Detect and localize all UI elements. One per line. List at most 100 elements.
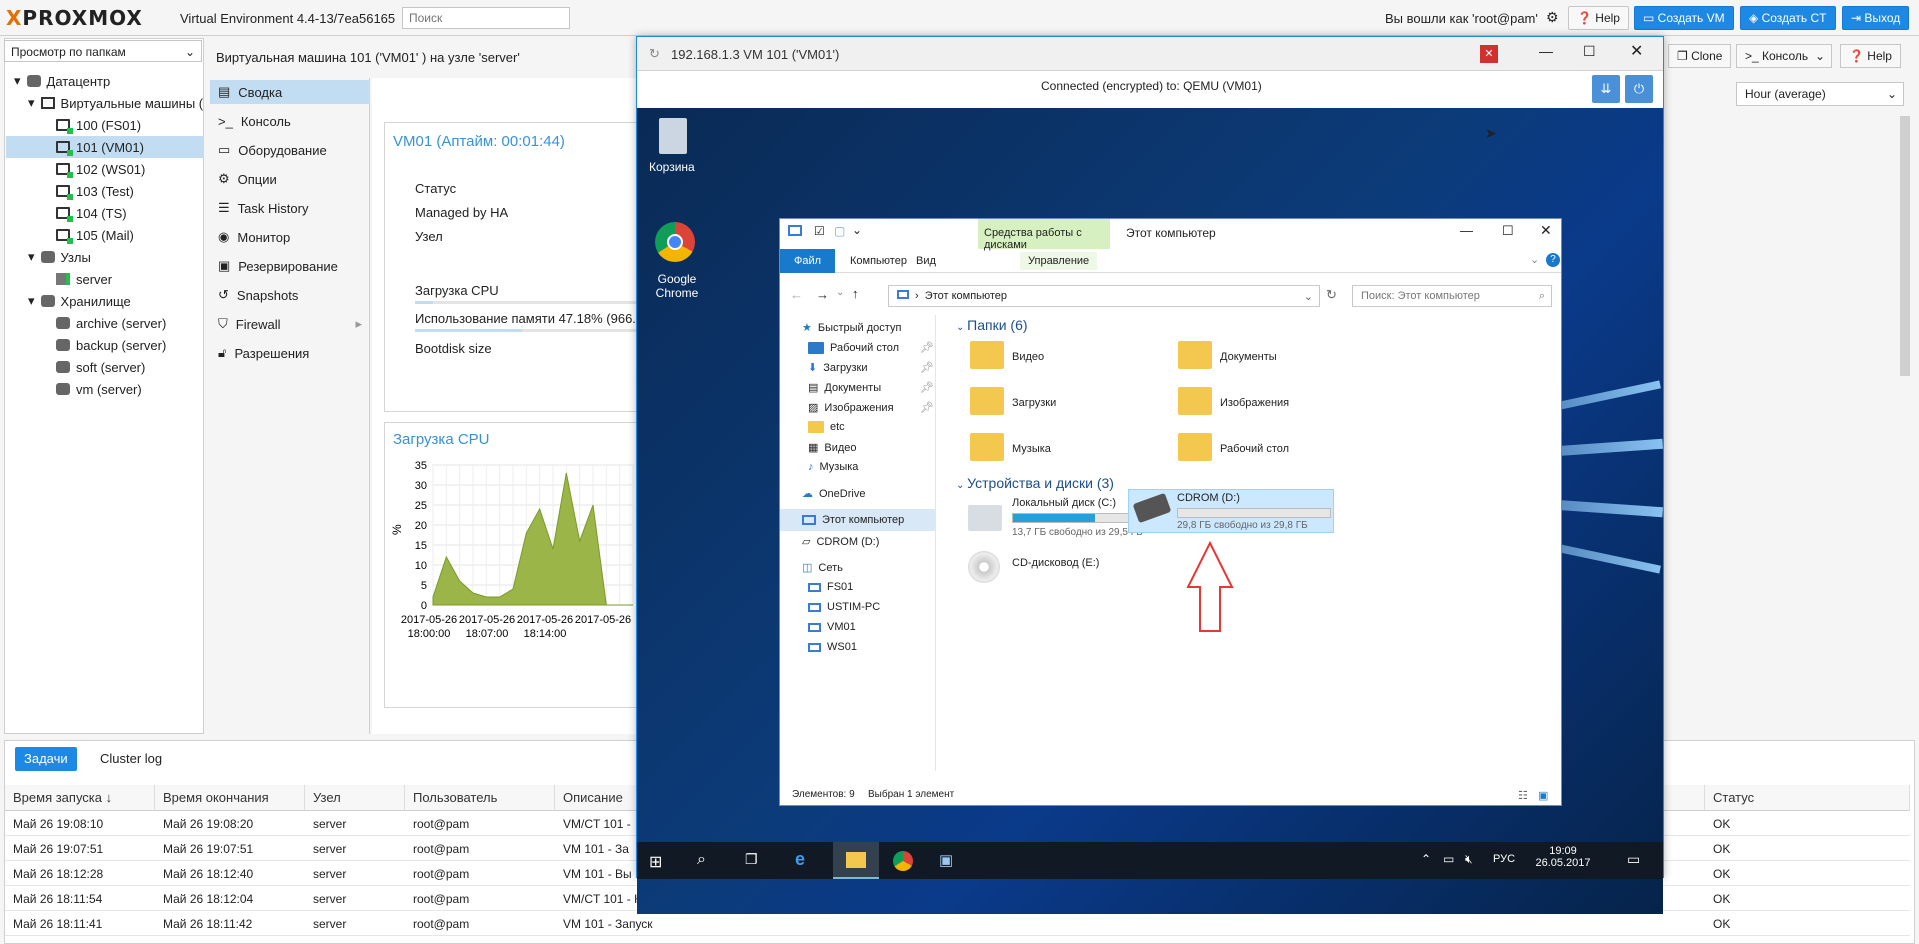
folder-desktop[interactable]: Рабочий стол: [1220, 443, 1289, 455]
drive-d[interactable]: CDROM (D:) 29,8 ГБ свободно из 29,8 ГБ: [1128, 489, 1334, 533]
folder-documents[interactable]: Документы: [1220, 351, 1277, 363]
logout-button[interactable]: ⇥ Выход: [1842, 6, 1910, 30]
videos-folder-icon[interactable]: [970, 341, 1004, 369]
nav-downloads[interactable]: ⬇ Загрузки 📌︎: [808, 361, 934, 375]
search-input[interactable]: [402, 7, 570, 29]
nav-quick-access[interactable]: ★ Быстрый доступ: [802, 321, 901, 335]
nav-monitor[interactable]: ◉ Монитор: [210, 225, 370, 249]
close-icon[interactable]: ✕: [1540, 222, 1552, 239]
col-start[interactable]: Время запуска ↓: [5, 785, 155, 811]
table-row[interactable]: Май 26 18:11:41 Май 26 18:11:42 server root…: [5, 911, 1910, 936]
tab-manage[interactable]: Управление: [1020, 252, 1098, 270]
close-icon[interactable]: ✕: [1630, 41, 1643, 61]
clone-button[interactable]: ❐ Clone: [1668, 44, 1732, 68]
create-ct-button[interactable]: ◈ Создать CT: [1740, 6, 1836, 30]
music-folder-icon[interactable]: [970, 433, 1004, 461]
explorer-search[interactable]: Поиск: Этот компьютер ⌕: [1352, 285, 1552, 307]
chrome-icon[interactable]: [655, 222, 695, 262]
devices-section-title[interactable]: ⌄ Устройства и диски (3): [956, 475, 1114, 491]
tab-tasks[interactable]: Задачи: [15, 747, 77, 771]
nav-vm01[interactable]: VM01: [808, 621, 856, 633]
nav-documents[interactable]: ▤ Документы 📌︎: [808, 381, 934, 395]
drive-e[interactable]: CD-дисковод (E:): [966, 549, 1166, 589]
nav-music[interactable]: ♪ Музыка: [808, 461, 858, 473]
nav-backup[interactable]: ▣ Резервирование: [210, 254, 370, 278]
chevron-down-icon[interactable]: ⌄: [1530, 253, 1539, 266]
tree-item-vm-101[interactable]: 101 (VM01): [6, 136, 204, 158]
up-arrow-icon[interactable]: ↑: [852, 286, 859, 301]
nav-network[interactable]: ◫ Сеть: [802, 561, 843, 575]
view-select[interactable]: Просмотр по папкам ⌄: [4, 40, 202, 62]
customize-icon[interactable]: ⌄: [852, 223, 862, 237]
volume-muted-icon[interactable]: 🔇︎: [1465, 852, 1473, 867]
nav-this-pc[interactable]: Этот компьютер: [780, 509, 935, 531]
tree-item-vms[interactable]: ▾ Виртуальные машины (: [6, 92, 204, 114]
chrome-taskbar-icon[interactable]: [893, 851, 913, 871]
explorer-taskbar-icon[interactable]: [833, 842, 879, 879]
folders-section-title[interactable]: ⌄ Папки (6): [956, 317, 1028, 333]
documents-folder-icon[interactable]: [1178, 341, 1212, 369]
nav-ws01[interactable]: WS01: [808, 641, 857, 653]
network-tray-icon[interactable]: ▭: [1443, 852, 1454, 866]
tree-item-vm-104[interactable]: 104 (TS): [6, 202, 204, 224]
tree-item-datacenter[interactable]: ▾ Датацентр: [6, 70, 204, 92]
nav-options[interactable]: ⚙ Опции: [210, 167, 370, 191]
nav-fs01[interactable]: FS01: [808, 581, 853, 593]
nav-cdrom[interactable]: ▱ CDROM (D:): [802, 535, 879, 549]
tree-item-vm-103[interactable]: 103 (Test): [6, 180, 204, 202]
nav-desktop[interactable]: Рабочий стол 📌︎: [808, 341, 934, 354]
recycle-bin-icon[interactable]: [659, 118, 687, 154]
new-folder-icon[interactable]: ▢: [834, 224, 845, 238]
tree-item-storage-backup[interactable]: backup (server): [6, 334, 204, 356]
details-view-icon[interactable]: ☷: [1518, 789, 1528, 802]
forward-arrow-icon[interactable]: →: [816, 287, 829, 302]
nav-pictures[interactable]: ▨ Изображения 📌︎: [808, 401, 934, 415]
nav-etc[interactable]: etc: [808, 421, 845, 433]
tree-item-vm-100[interactable]: 100 (FS01): [6, 114, 204, 136]
tree-item-vm-102[interactable]: 102 (WS01): [6, 158, 204, 180]
nav-ustim-pc[interactable]: USTIM-PC: [808, 601, 880, 613]
download-icon[interactable]: ⇊: [1592, 75, 1620, 103]
help-icon[interactable]: ?: [1546, 253, 1560, 267]
language-indicator[interactable]: РУС: [1493, 853, 1515, 865]
recent-chevron-icon[interactable]: ⌄: [836, 287, 844, 298]
tray-chevron-icon[interactable]: ⌃: [1421, 852, 1431, 866]
scrollbar[interactable]: [1900, 116, 1910, 376]
notifications-icon[interactable]: ▭: [1627, 851, 1640, 868]
network-app-icon[interactable]: ▣: [939, 851, 953, 869]
folder-videos[interactable]: Видео: [1012, 351, 1044, 363]
gear-icon[interactable]: ⚙: [1546, 9, 1559, 26]
downloads-folder-icon[interactable]: [970, 387, 1004, 415]
tree-item-nodes[interactable]: ▾ Узлы: [6, 246, 204, 268]
properties-icon[interactable]: ☑: [814, 224, 825, 238]
nav-task-history[interactable]: ☰ Task History: [210, 196, 370, 220]
tab-file[interactable]: Файл: [780, 249, 836, 273]
nav-hardware[interactable]: ▭ Оборудование: [210, 138, 370, 162]
col-end[interactable]: Время окончания: [155, 785, 305, 811]
search-icon[interactable]: ⌕: [697, 851, 706, 869]
refresh-icon[interactable]: ↻: [1326, 287, 1337, 303]
tab-view[interactable]: Вид: [908, 252, 944, 270]
clock[interactable]: 19:09 26.05.2017: [1533, 845, 1593, 869]
tiles-view-icon[interactable]: ▣: [1538, 789, 1548, 802]
minimize-icon[interactable]: —: [1539, 43, 1553, 59]
col-user[interactable]: Пользователь: [405, 785, 555, 811]
tree-item-storage-soft[interactable]: soft (server): [6, 356, 204, 378]
back-arrow-icon[interactable]: ←: [790, 287, 803, 302]
tab-computer[interactable]: Компьютер: [842, 252, 915, 270]
create-vm-button[interactable]: ▭ Создать VM: [1634, 6, 1734, 30]
tree-item-storage-archive[interactable]: archive (server): [6, 312, 204, 334]
nav-permissions[interactable]: 🔓︎ Разрешения: [210, 341, 370, 365]
tree-item-server[interactable]: server: [6, 268, 204, 290]
folder-downloads[interactable]: Загрузки: [1012, 397, 1056, 409]
minimize-icon[interactable]: —: [1460, 223, 1473, 238]
nav-summary[interactable]: ▤ Сводка: [210, 80, 370, 104]
pictures-folder-icon[interactable]: [1178, 387, 1212, 415]
console-button[interactable]: >_ Консоль ⌄: [1736, 44, 1832, 68]
col-node[interactable]: Узел: [305, 785, 405, 811]
maximize-icon[interactable]: ☐: [1502, 223, 1514, 239]
tab-cluster-log[interactable]: Cluster log: [91, 747, 171, 771]
nav-console[interactable]: >_ Консоль: [210, 109, 370, 133]
task-view-icon[interactable]: ❐: [745, 851, 758, 868]
help-button[interactable]: ❓ Help: [1568, 6, 1629, 30]
